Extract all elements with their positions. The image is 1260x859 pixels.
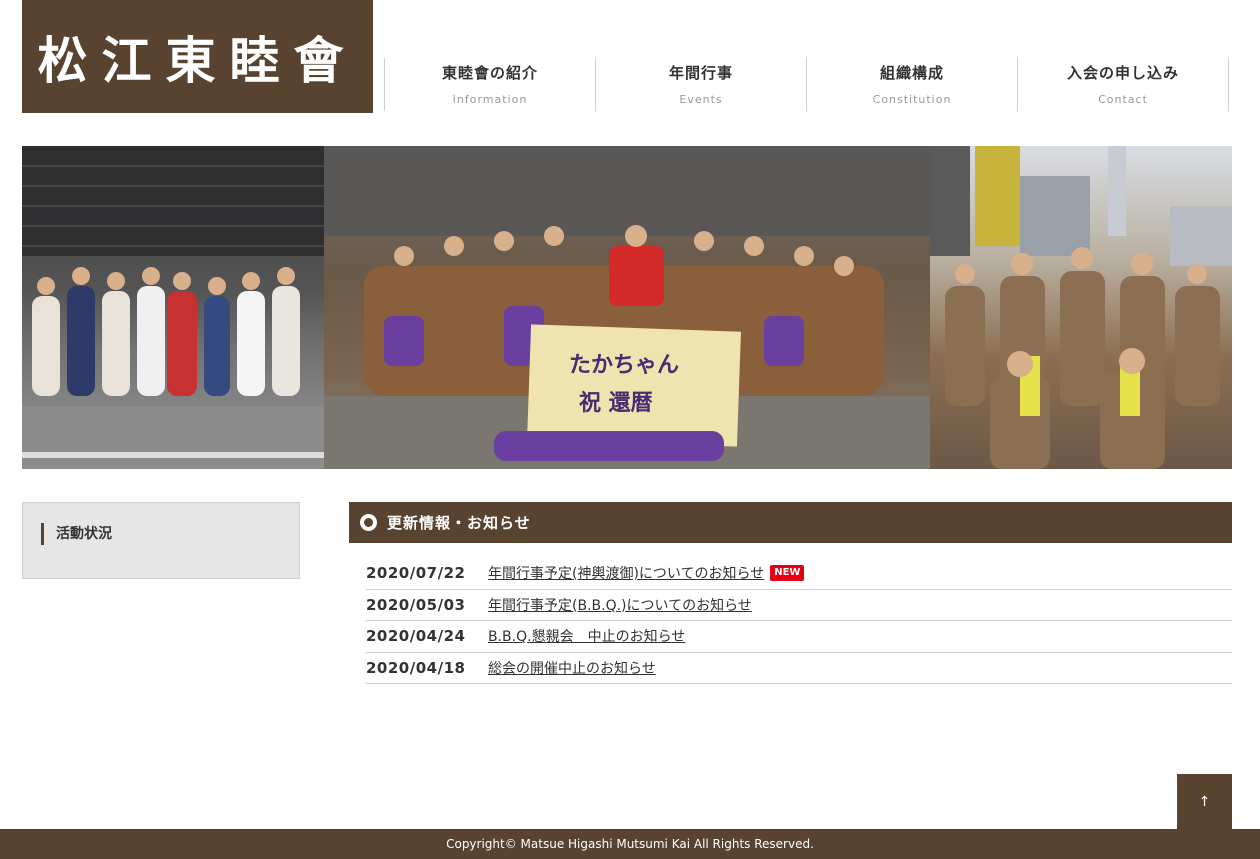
nav-item-label: 入会の申し込み: [1066, 64, 1179, 82]
news-link[interactable]: 総会の開催中止のお知らせ: [488, 658, 656, 678]
nav-item-constitution[interactable]: 組織構成 Constitution: [806, 58, 1017, 111]
copyright-text: Copyright© Matsue Higashi Mutsumi Kai Al…: [446, 837, 814, 851]
news-date: 2020/04/24: [366, 627, 466, 646]
banner-text-line2: 祝 還暦: [579, 391, 653, 416]
news-list: 2020/07/22 年間行事予定(神輿渡御)についてのお知らせ NEW 202…: [366, 558, 1232, 684]
sidebar-activity-box: 活動状況: [22, 502, 300, 579]
hero-image: たかちゃん 祝 還暦: [22, 146, 1232, 469]
news-link[interactable]: 年間行事予定(B.B.Q.)についてのお知らせ: [488, 595, 752, 615]
news-item: 2020/04/18 総会の開催中止のお知らせ: [366, 653, 1232, 684]
hero-photo-right: [930, 146, 1232, 469]
group-photo-illustration: [22, 146, 324, 469]
news-heading-bar: 更新情報・お知らせ: [349, 502, 1232, 543]
news-link[interactable]: B.B.Q.懇親会 中止のお知らせ: [488, 626, 685, 646]
nav-item-label: 年間行事: [668, 64, 733, 82]
hero-photo-center: たかちゃん 祝 還暦: [324, 146, 930, 469]
news-item: 2020/07/22 年間行事予定(神輿渡御)についてのお知らせ NEW: [366, 558, 1232, 590]
news-item: 2020/05/03 年間行事予定(B.B.Q.)についてのお知らせ: [366, 590, 1232, 621]
nav-item-events[interactable]: 年間行事 Events: [595, 58, 806, 111]
nav-item-label: 東睦會の紹介: [441, 64, 538, 82]
news-item: 2020/04/24 B.B.Q.懇親会 中止のお知らせ: [366, 621, 1232, 653]
nav-item-contact[interactable]: 入会の申し込み Contact: [1017, 58, 1229, 111]
new-badge: NEW: [770, 565, 805, 582]
nav-item-sublabel: Information: [452, 93, 528, 106]
nav-item-label: 組織構成: [879, 64, 944, 82]
back-to-top-button[interactable]: ↑: [1177, 774, 1232, 829]
group-photo-illustration: [930, 146, 1232, 469]
news-heading: 更新情報・お知らせ: [387, 514, 531, 532]
hero-photo-left: [22, 146, 324, 469]
nav-item-sublabel: Events: [679, 93, 723, 106]
group-photo-illustration: たかちゃん 祝 還暦: [324, 146, 930, 469]
nav-item-sublabel: Constitution: [872, 93, 952, 106]
arrow-up-icon: ↑: [1198, 793, 1211, 810]
news-date: 2020/07/22: [366, 564, 466, 583]
circle-bullet-icon: [360, 514, 377, 531]
site-logo[interactable]: 松江東睦會: [22, 0, 373, 113]
banner-text-line1: たかちゃん: [569, 353, 679, 378]
news-date: 2020/05/03: [366, 595, 466, 614]
sidebar-title[interactable]: 活動状況: [41, 523, 112, 545]
news-date: 2020/04/18: [366, 658, 466, 677]
nav-item-information[interactable]: 東睦會の紹介 Information: [384, 58, 595, 111]
nav-item-sublabel: Contact: [1098, 93, 1148, 106]
footer: Copyright© Matsue Higashi Mutsumi Kai Al…: [0, 829, 1260, 859]
news-link[interactable]: 年間行事予定(神輿渡御)についてのお知らせ: [488, 563, 764, 583]
global-nav: 東睦會の紹介 Information 年間行事 Events 組織構成 Cons…: [384, 58, 1229, 111]
